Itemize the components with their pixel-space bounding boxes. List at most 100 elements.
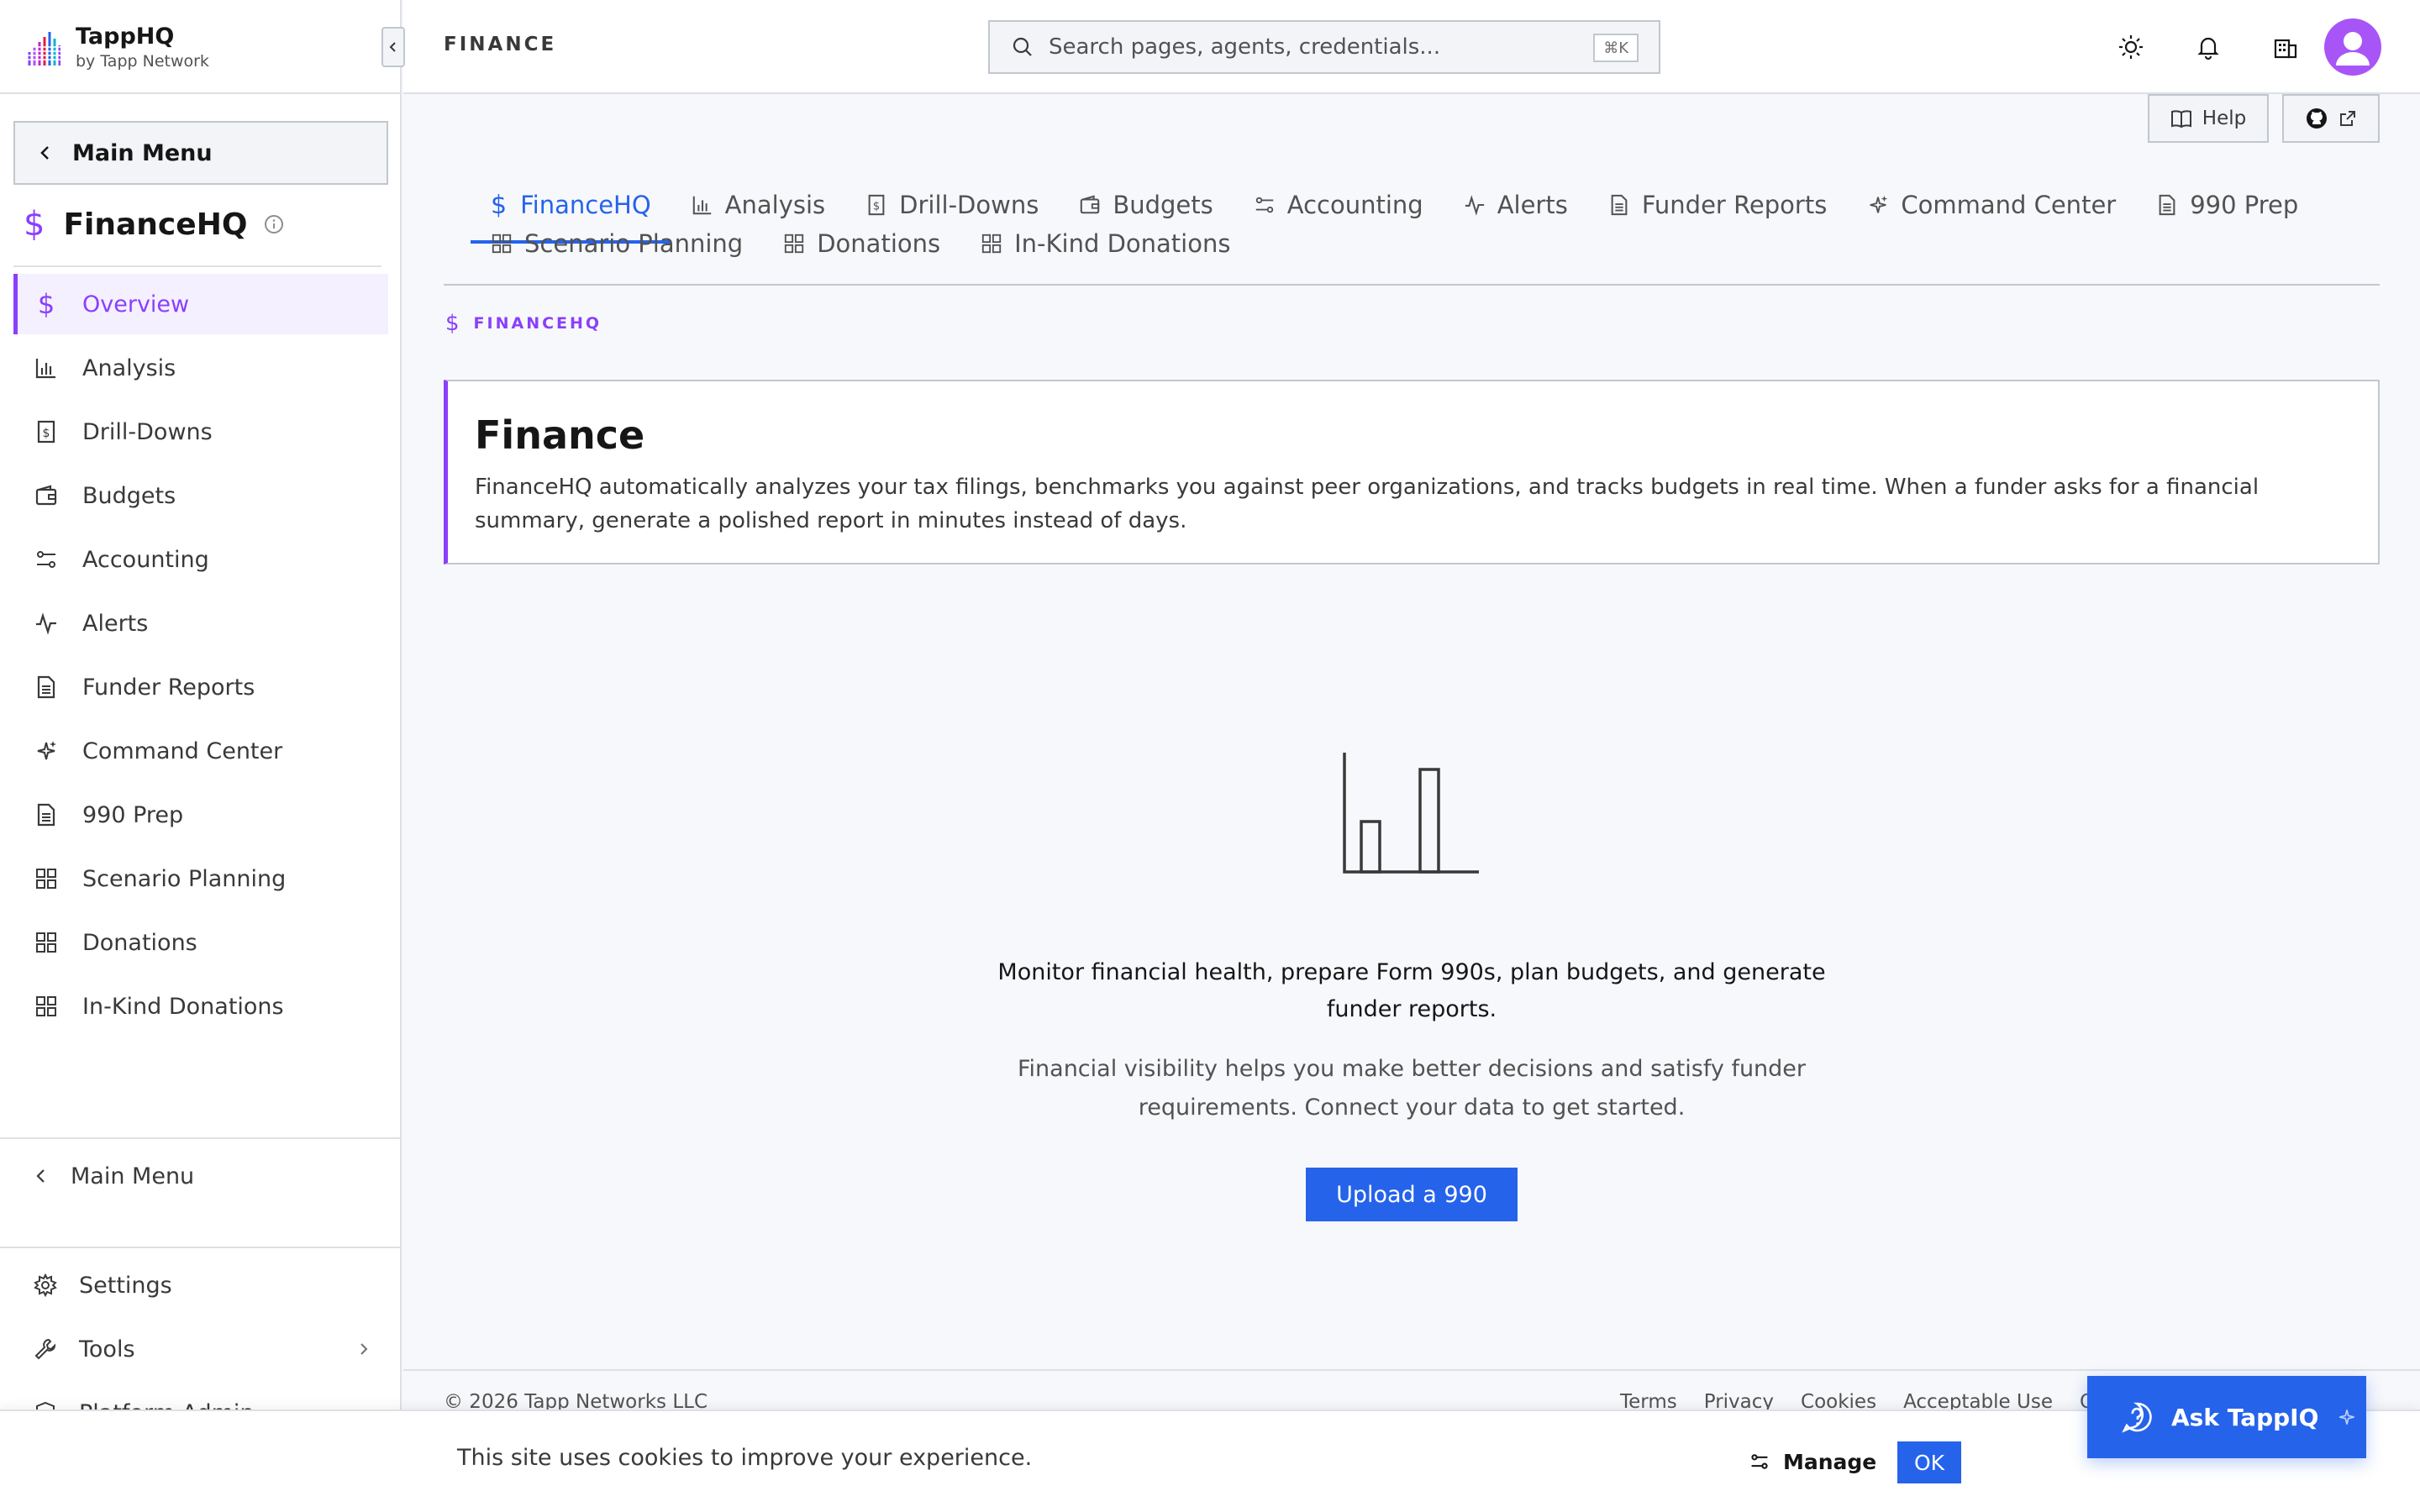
sidebar-item-label: Accounting <box>82 546 209 573</box>
search-placeholder: Search pages, agents, credentials... <box>1049 34 1441 60</box>
main-menu-button[interactable]: Main Menu <box>13 121 388 185</box>
svg-text:$: $ <box>43 427 50 440</box>
sparkles-icon <box>1870 195 1888 213</box>
sidebar-item-label: Budgets <box>82 482 176 509</box>
activity-icon <box>34 611 59 636</box>
wrench-icon <box>34 1338 56 1360</box>
tab-scenario-planning[interactable]: Scenario Planning <box>471 205 763 282</box>
upload-990-button[interactable]: Upload a 990 <box>1306 1168 1518 1221</box>
grid-icon <box>34 866 59 891</box>
avatar[interactable] <box>2324 18 2381 76</box>
section-title: $ FinanceHQ <box>24 205 284 244</box>
tab-command-center[interactable]: Command Center <box>1847 166 2136 244</box>
tab-label: Donations <box>817 229 941 258</box>
settings-label: Settings <box>79 1272 172 1299</box>
empty-state-description: Financial visibility helps you make bett… <box>1017 1056 1807 1121</box>
sidebar-item-drill-downs[interactable]: $ Drill-Downs <box>13 402 388 462</box>
book-icon <box>2170 110 2191 129</box>
tab-label: Funder Reports <box>1641 191 1828 219</box>
divider <box>0 92 402 94</box>
chevron-right-icon <box>360 1343 368 1355</box>
building-icon <box>2274 39 2297 59</box>
user-icon <box>2336 32 2370 66</box>
sliders-icon <box>1255 197 1273 213</box>
external-link-icon <box>2340 111 2355 126</box>
accept-cookies-button[interactable]: OK <box>1897 1441 1961 1483</box>
help-circle-icon <box>2122 1402 2152 1433</box>
manage-cookies-button[interactable]: Manage <box>1749 1438 1876 1485</box>
divider <box>0 1247 402 1248</box>
tabs-divider <box>444 284 2380 286</box>
sidebar-item-scenario-planning[interactable]: Scenario Planning <box>13 848 388 909</box>
breadcrumb-label: FINANCEHQ <box>473 314 602 333</box>
grid-icon <box>492 234 512 254</box>
sidebar-item-990-prep[interactable]: 990 Prep <box>13 785 388 845</box>
tab-label: Alerts <box>1497 191 1568 219</box>
tab-990-prep[interactable]: 990 Prep <box>2136 166 2318 244</box>
info-icon[interactable] <box>264 214 284 234</box>
sidebar-item-label: Donations <box>82 929 197 956</box>
document-icon <box>1611 194 1628 216</box>
main-menu-label: Main Menu <box>72 139 213 166</box>
sidebar-nav: $ Overview Analysis $ Drill-Downs Budget… <box>13 274 388 1040</box>
intro-description: FinanceHQ automatically analyzes your ta… <box>475 475 2260 533</box>
sidebar-item-tools[interactable]: Tools <box>34 1331 370 1368</box>
document-icon <box>34 675 59 700</box>
sidebar-item-alerts[interactable]: Alerts <box>13 593 388 654</box>
tab-accounting[interactable]: Accounting <box>1234 166 1444 244</box>
dollar-icon: $ <box>24 205 45 244</box>
help-label: Help <box>2202 108 2247 129</box>
theme-toggle-button[interactable] <box>2114 30 2148 64</box>
empty-state-lead: Monitor financial health, prepare Form 9… <box>997 959 1826 1022</box>
sidebar-item-analysis[interactable]: Analysis <box>13 338 388 398</box>
sidebar-item-command-center[interactable]: Command Center <box>13 721 388 781</box>
activity-icon <box>1465 195 1484 216</box>
sparkles-icon <box>34 738 59 764</box>
sparkles-icon <box>2339 1410 2355 1425</box>
tab-funder-reports[interactable]: Funder Reports <box>1588 166 1848 244</box>
sidebar-item-label: Analysis <box>82 354 176 381</box>
chevron-left-icon <box>40 146 49 160</box>
sidebar-item-budgets[interactable]: Budgets <box>13 465 388 526</box>
sidebar-item-label: Alerts <box>82 610 149 637</box>
dollar-icon: $ <box>37 288 55 320</box>
search-input[interactable]: Search pages, agents, credentials... ⌘K <box>988 20 1660 74</box>
help-button[interactable]: Help <box>2148 94 2269 143</box>
sidebar-item-in-kind-donations[interactable]: In-Kind Donations <box>13 976 388 1037</box>
tools-label: Tools <box>79 1336 135 1362</box>
sidebar-main-menu-link[interactable]: Main Menu <box>34 1158 194 1194</box>
manage-label: Manage <box>1783 1449 1877 1474</box>
sidebar-item-funder-reports[interactable]: Funder Reports <box>13 657 388 717</box>
github-button[interactable] <box>2282 94 2380 143</box>
gear-icon <box>34 1273 57 1297</box>
tab-label: Command Center <box>1901 191 2117 219</box>
collapse-sidebar-button[interactable] <box>381 27 405 67</box>
brand-name: TappHQ <box>76 24 175 50</box>
tab-donations[interactable]: Donations <box>763 205 960 282</box>
main-menu-label: Main Menu <box>71 1163 195 1189</box>
tab-label: In-Kind Donations <box>1014 229 1231 258</box>
bell-icon <box>2197 37 2219 60</box>
notifications-button[interactable] <box>2191 30 2225 64</box>
ask-tappiq-button[interactable]: Ask TappIQ <box>2087 1376 2366 1458</box>
wallet-icon <box>34 483 59 508</box>
organization-button[interactable] <box>2269 30 2302 64</box>
sidebar-item-label: 990 Prep <box>82 801 184 828</box>
sidebar-item-settings[interactable]: Settings <box>34 1267 172 1304</box>
sidebar-item-overview[interactable]: $ Overview <box>13 274 388 334</box>
chevron-left-icon <box>36 1169 45 1183</box>
sidebar-item-label: Funder Reports <box>82 674 255 701</box>
sidebar-item-accounting[interactable]: Accounting <box>13 529 388 590</box>
brand[interactable]: TappHQ by Tapp Network <box>27 20 209 74</box>
bar-chart-icon <box>34 355 59 381</box>
tab-in-kind-donations[interactable]: In-Kind Donations <box>960 205 1250 282</box>
intro-title: Finance <box>475 412 645 458</box>
dollar-icon: $ <box>445 311 462 336</box>
page-title: FINANCE <box>444 34 557 55</box>
tabs-row-2: Scenario Planning Donations In-Kind Dona… <box>471 205 1250 282</box>
ask-label: Ask TappIQ <box>2171 1403 2319 1431</box>
tab-alerts[interactable]: Alerts <box>1444 166 1588 244</box>
grid-icon <box>34 930 59 955</box>
sidebar-item-donations[interactable]: Donations <box>13 912 388 973</box>
search-icon <box>1013 37 1032 56</box>
